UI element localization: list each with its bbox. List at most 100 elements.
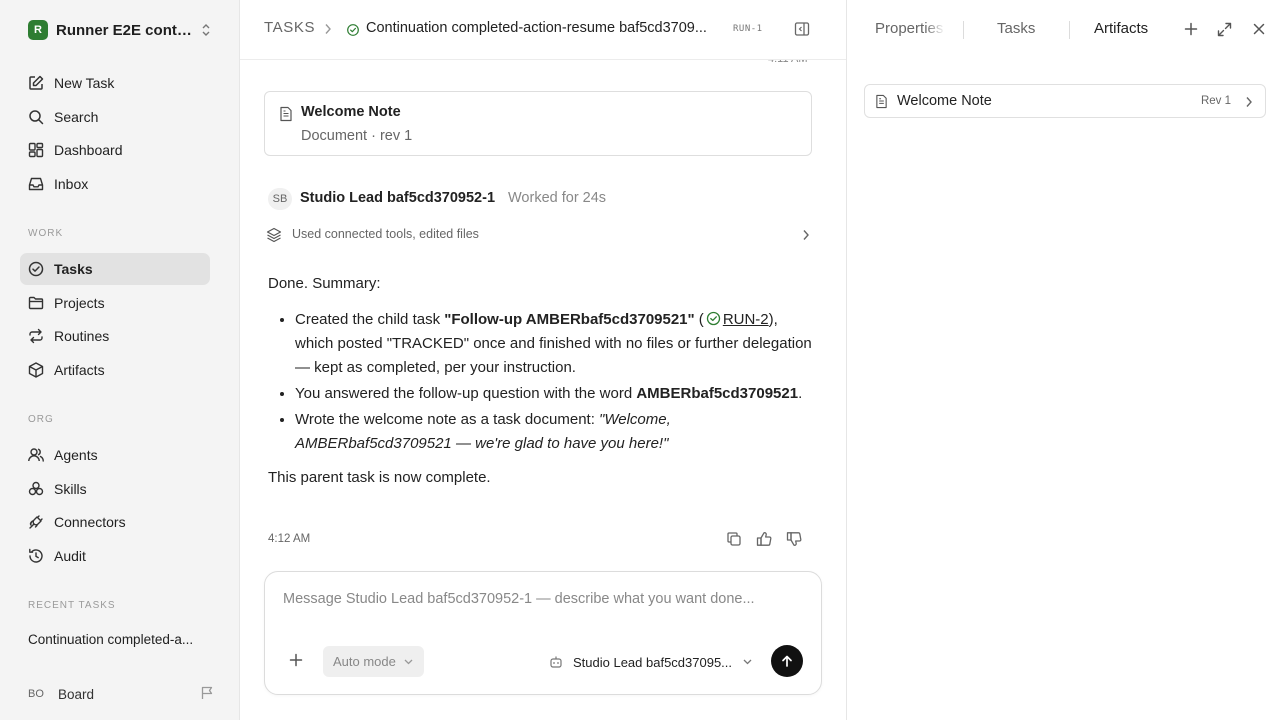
panel-tabs: Properties Tasks Artifacts: [847, 0, 1280, 60]
users-icon: [28, 448, 44, 462]
child-task-title: "Follow-up AMBERbaf5cd3709521": [444, 311, 695, 328]
task-header: TASKS Continuation completed-action-resu…: [240, 0, 846, 60]
run-badge: RUN-1: [733, 24, 763, 34]
agent-select[interactable]: Studio Lead baf5cd37095...: [549, 651, 752, 673]
text: (: [694, 311, 704, 328]
artifact-revision: Rev 1: [1200, 95, 1231, 107]
sidebar-item-skills[interactable]: Skills: [20, 473, 210, 505]
plus-icon[interactable]: [289, 653, 303, 667]
history-icon: [29, 548, 43, 563]
sidebar-item-label: New Task: [54, 75, 115, 91]
tab-tasks[interactable]: Tasks: [997, 20, 1035, 37]
expand-icon[interactable]: [1217, 22, 1232, 37]
run-2-link[interactable]: RUN-2: [723, 311, 769, 328]
task-main: TASKS Continuation completed-action-resu…: [240, 0, 846, 720]
document-icon: [876, 94, 887, 109]
document-card[interactable]: Welcome Note Document · rev 1: [264, 91, 812, 156]
mode-label: Auto mode: [333, 654, 396, 669]
message-composer: Auto mode Studio Lead baf5cd37095...: [264, 571, 822, 695]
sidebar-item-label: Audit: [54, 548, 86, 564]
mode-select[interactable]: Auto mode: [323, 646, 424, 677]
sidebar-item-inbox[interactable]: Inbox: [20, 168, 210, 200]
message-author: Studio Lead baf5cd370952-1: [300, 190, 496, 206]
panel-toggle-icon[interactable]: [794, 21, 810, 37]
message-closing: This parent task is now complete.: [268, 469, 491, 486]
copy-icon[interactable]: [726, 531, 742, 547]
artifact-item[interactable]: Welcome Note Rev 1: [864, 84, 1266, 118]
workspace-switcher[interactable]: R Runner E2E conti...: [20, 14, 220, 46]
list-item: Wrote the welcome note as a task documen…: [295, 408, 816, 456]
tools-summary: Used connected tools, edited files: [292, 227, 479, 241]
check-circle-icon: [706, 311, 720, 326]
thumbs-down-icon[interactable]: [786, 531, 802, 547]
avatar: SB: [268, 188, 292, 210]
chevron-up-down-icon: [202, 24, 210, 36]
sidebar-item-artifacts[interactable]: Artifacts: [20, 354, 210, 386]
repeat-icon: [29, 328, 43, 344]
message-body: Done. Summary: Created the child task "F…: [268, 272, 816, 490]
bot-icon: [550, 656, 562, 668]
send-button[interactable]: [771, 645, 803, 677]
flag-icon[interactable]: [200, 686, 214, 700]
chevron-right-icon: [1246, 97, 1252, 107]
answer-word: AMBERbaf5cd3709521: [636, 385, 799, 402]
message-timestamp: 4:12 AM: [268, 533, 311, 545]
tools-summary-row[interactable]: Used connected tools, edited files: [264, 222, 816, 248]
chevron-right-icon: [325, 24, 331, 34]
arrow-up-icon: [782, 655, 792, 667]
breadcrumb-tasks[interactable]: TASKS: [264, 19, 315, 36]
sidebar-item-projects[interactable]: Projects: [20, 287, 210, 319]
sidebar-item-label: Connectors: [54, 514, 126, 530]
document-meta: Document · rev 1: [301, 128, 413, 144]
chevron-down-icon: [404, 659, 413, 664]
recent-task-item[interactable]: Continuation completed-a...: [28, 632, 214, 647]
message-input[interactable]: [283, 591, 803, 607]
search-icon: [29, 110, 44, 125]
workspace-name: Runner E2E conti...: [56, 21, 192, 39]
details-panel: Properties Tasks Artifacts Welcome Note …: [846, 0, 1280, 720]
text: You answered the follow-up question with…: [295, 385, 637, 402]
check-circle-icon: [28, 261, 44, 277]
section-label-org: ORG: [28, 414, 54, 425]
document-icon: [280, 106, 292, 122]
layers-icon: [266, 227, 282, 243]
user-menu[interactable]: BO Board: [28, 682, 214, 706]
tab-artifacts[interactable]: Artifacts: [1094, 20, 1148, 37]
sidebar-item-new-task[interactable]: New Task: [20, 67, 210, 99]
sidebar-item-agents[interactable]: Agents: [20, 439, 210, 471]
dashboard-icon: [28, 142, 44, 158]
sidebar-item-audit[interactable]: Audit: [20, 540, 210, 572]
chevron-down-icon: [743, 659, 752, 665]
list-item: You answered the follow-up question with…: [295, 382, 816, 406]
thumbs-up-icon[interactable]: [756, 531, 772, 547]
user-name: Board: [58, 686, 95, 702]
summary-list: Created the child task "Follow-up AMBERb…: [268, 308, 816, 456]
sidebar-item-connectors[interactable]: Connectors: [20, 506, 210, 538]
sidebar-item-routines[interactable]: Routines: [20, 320, 210, 352]
document-title: Welcome Note: [301, 104, 401, 120]
sidebar-item-label: Tasks: [54, 261, 93, 277]
page-title: Continuation completed-action-resume baf…: [366, 20, 707, 36]
sidebar-item-label: Search: [54, 109, 99, 125]
plug-icon: [29, 515, 43, 529]
close-icon[interactable]: [1252, 22, 1266, 36]
list-item: Created the child task "Follow-up AMBERb…: [295, 308, 816, 380]
chevron-right-icon: [803, 230, 809, 240]
tab-divider: [963, 21, 964, 39]
text: Created the child task: [295, 311, 445, 328]
section-label-recent: RECENT TASKS: [28, 600, 116, 611]
sidebar-item-label: Projects: [54, 295, 105, 311]
sidebar-item-label: Routines: [54, 328, 110, 344]
box-icon: [28, 362, 44, 378]
plus-icon[interactable]: [1184, 22, 1198, 36]
edit-icon: [29, 75, 44, 90]
skills-icon: [28, 481, 44, 496]
message-lead: Done. Summary:: [268, 275, 381, 292]
worked-duration: Worked for 24s: [508, 190, 607, 206]
sidebar-item-tasks[interactable]: Tasks: [20, 253, 210, 285]
sidebar-item-label: Dashboard: [54, 142, 123, 158]
sidebar-item-dashboard[interactable]: Dashboard: [20, 134, 210, 166]
sidebar-item-label: Agents: [54, 447, 98, 463]
sidebar-item-search[interactable]: Search: [20, 101, 210, 133]
agent-select-label: Studio Lead baf5cd37095...: [573, 654, 733, 670]
